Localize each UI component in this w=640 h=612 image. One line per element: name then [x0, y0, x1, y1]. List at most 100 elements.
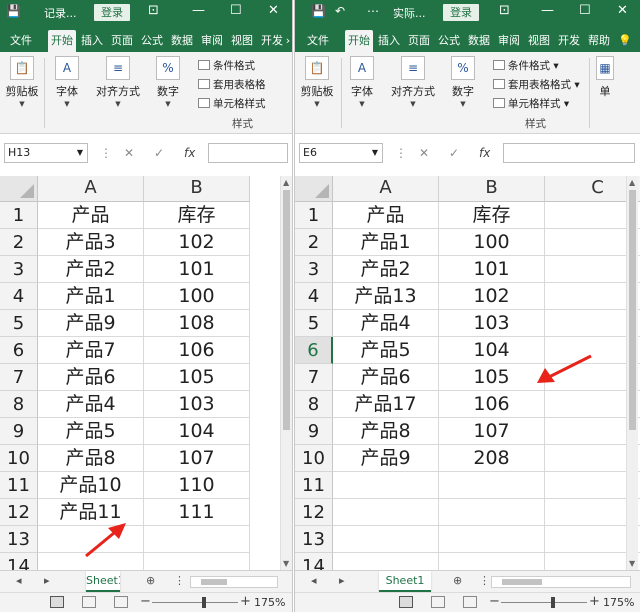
select-all-corner[interactable] [0, 176, 38, 202]
font-group[interactable]: A 字体 ▼ [50, 56, 84, 108]
cell-a4[interactable]: 产品13 [333, 283, 439, 310]
row-header[interactable]: 14 [0, 553, 38, 570]
sheet-next-icon[interactable]: ▸ [44, 574, 50, 587]
cells-group[interactable]: ▦ 单 [595, 56, 615, 99]
tab-home[interactable]: 开始 [345, 30, 373, 52]
scroll-up-icon[interactable]: ▲ [283, 178, 289, 187]
cell-b3[interactable]: 101 [439, 256, 545, 283]
row-header[interactable]: 1 [0, 202, 38, 229]
tab-data[interactable]: 数据 [168, 30, 196, 52]
cell-b10[interactable]: 107 [144, 445, 250, 472]
row-header[interactable]: 11 [295, 472, 333, 499]
cell-b11[interactable] [439, 472, 545, 499]
tab-view[interactable]: 视图 [228, 30, 256, 52]
tab-data[interactable]: 数据 [465, 30, 493, 52]
cell-a2[interactable]: 产品3 [38, 229, 144, 256]
login-button[interactable]: 登录 [443, 4, 479, 21]
cell-b8[interactable]: 103 [144, 391, 250, 418]
column-header-b[interactable]: B [439, 176, 545, 202]
cell-b12[interactable]: 111 [144, 499, 250, 526]
horizontal-scrollbar[interactable] [190, 576, 278, 588]
cell-a6[interactable]: 产品5 [333, 337, 439, 364]
name-box[interactable]: H13 ▼ [4, 143, 88, 163]
cell-b6[interactable]: 104 [439, 337, 545, 364]
insert-function-icon[interactable]: fx [184, 143, 195, 163]
cell-b9[interactable]: 107 [439, 418, 545, 445]
scroll-down-icon[interactable]: ▼ [283, 559, 289, 568]
cell-a11[interactable] [333, 472, 439, 499]
cell-a5[interactable]: 产品9 [38, 310, 144, 337]
cell-a7[interactable]: 产品6 [333, 364, 439, 391]
page-break-view-icon[interactable] [463, 596, 477, 608]
cell-a12[interactable]: 产品11 [38, 499, 144, 526]
zoom-slider-knob[interactable] [202, 597, 206, 608]
row-header[interactable]: 2 [295, 229, 333, 256]
scroll-thumb[interactable] [201, 579, 227, 585]
zoom-out-icon[interactable]: − [140, 594, 151, 609]
tab-insert[interactable]: 插入 [375, 30, 403, 52]
cell-a1[interactable]: 产品 [333, 202, 439, 229]
cell-a8[interactable]: 产品17 [333, 391, 439, 418]
close-icon[interactable]: ✕ [617, 3, 628, 18]
tab-developer[interactable]: 开发 [555, 30, 583, 52]
clipboard-group[interactable]: 📋 剪贴板 ▼ [299, 56, 335, 108]
insert-function-icon[interactable]: fx [479, 143, 490, 163]
cell-b14[interactable] [439, 553, 545, 570]
row-header[interactable]: 4 [0, 283, 38, 310]
zoom-level[interactable]: 175% [254, 596, 285, 609]
cell-a2[interactable]: 产品1 [333, 229, 439, 256]
undo-icon[interactable]: ↶ [335, 4, 345, 18]
scroll-thumb[interactable] [629, 190, 636, 430]
cell-b6[interactable]: 106 [144, 337, 250, 364]
tab-page-layout[interactable]: 页面 [108, 30, 136, 52]
column-header-a[interactable]: A [38, 176, 144, 202]
cell-a12[interactable] [333, 499, 439, 526]
tab-review[interactable]: 审阅 [198, 30, 226, 52]
alignment-group[interactable]: ≡ 对齐方式 ▼ [387, 56, 439, 108]
tab-developer[interactable]: 开发 [258, 30, 286, 52]
row-header[interactable]: 2 [0, 229, 38, 256]
clipboard-group[interactable]: 📋 剪贴板 ▼ [4, 56, 40, 108]
add-sheet-icon[interactable]: ⊕ [453, 574, 462, 587]
spreadsheet-grid[interactable]: A B 1 产品 库存 2 产品3 102 3 产品2 101 4 产品1 100 5 产品9 108 6 产品7 1… [0, 176, 292, 570]
close-icon[interactable]: ✕ [268, 3, 279, 18]
row-header[interactable]: 8 [295, 391, 333, 418]
row-header[interactable]: 5 [295, 310, 333, 337]
row-header[interactable]: 3 [295, 256, 333, 283]
row-header[interactable]: 1 [295, 202, 333, 229]
zoom-in-icon[interactable]: + [240, 594, 251, 609]
tab-file[interactable]: 文件 [4, 30, 38, 52]
row-header[interactable]: 12 [295, 499, 333, 526]
normal-view-icon[interactable] [50, 596, 64, 608]
cell-b10[interactable]: 208 [439, 445, 545, 472]
page-layout-view-icon[interactable] [82, 596, 96, 608]
tab-home[interactable]: 开始 [48, 30, 76, 52]
chevron-down-icon[interactable]: ▼ [77, 144, 83, 162]
cell-b5[interactable]: 108 [144, 310, 250, 337]
page-break-view-icon[interactable] [114, 596, 128, 608]
row-header[interactable]: 4 [295, 283, 333, 310]
cancel-icon[interactable]: ✕ [124, 143, 134, 163]
row-header[interactable]: 8 [0, 391, 38, 418]
enter-icon[interactable]: ✓ [154, 143, 164, 163]
cell-b9[interactable]: 104 [144, 418, 250, 445]
zoom-slider[interactable] [501, 602, 587, 603]
row-header[interactable]: 10 [0, 445, 38, 472]
login-button[interactable]: 登录 [94, 4, 130, 21]
scroll-thumb[interactable] [283, 190, 290, 430]
cell-a5[interactable]: 产品4 [333, 310, 439, 337]
column-header-a[interactable]: A [333, 176, 439, 202]
zoom-level[interactable]: 175% [603, 596, 634, 609]
cell-b1[interactable]: 库存 [439, 202, 545, 229]
normal-view-icon[interactable] [399, 596, 413, 608]
sheet-next-icon[interactable]: ▸ [339, 574, 345, 587]
sheet-prev-icon[interactable]: ◂ [311, 574, 317, 587]
tab-view[interactable]: 视图 [525, 30, 553, 52]
cancel-icon[interactable]: ✕ [419, 143, 429, 163]
cell-b8[interactable]: 106 [439, 391, 545, 418]
sheet-tab[interactable]: Sheet1 [86, 571, 120, 592]
cell-b11[interactable]: 110 [144, 472, 250, 499]
conditional-format-button[interactable]: 条件格式 ▾ [493, 58, 559, 73]
row-header[interactable]: 13 [0, 526, 38, 553]
row-header[interactable]: 13 [295, 526, 333, 553]
